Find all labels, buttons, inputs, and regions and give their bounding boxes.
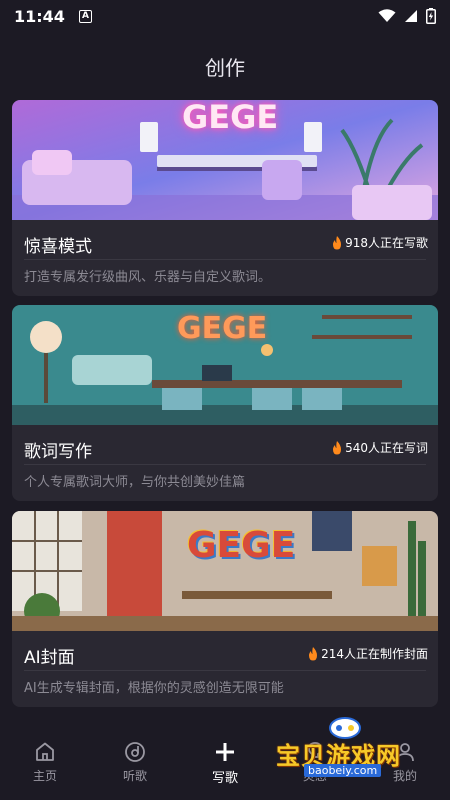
card-count: 214人正在制作封面 xyxy=(307,645,428,662)
nav-write[interactable]: 写歌 xyxy=(180,741,270,786)
card-title: 惊喜模式 xyxy=(24,237,92,257)
nav-label: 写歌 xyxy=(211,771,238,786)
status-time: 11:44 xyxy=(14,6,65,26)
card-lyrics-writing[interactable]: GEGE 歌词写作 540人正在写词 个人专属歌词大师，与你共创美妙佳篇 xyxy=(12,305,438,501)
battery-icon xyxy=(426,8,436,24)
status-icons xyxy=(378,8,436,24)
signal-icon xyxy=(405,10,417,22)
watermark: 宝贝游戏网 baobeiy.com xyxy=(270,717,430,790)
fire-icon xyxy=(333,235,342,249)
watermark-url: baobeiy.com xyxy=(304,764,382,777)
fire-icon xyxy=(333,440,342,454)
fire-icon xyxy=(309,646,318,660)
neon-sign: GEGE xyxy=(182,100,279,136)
notification-a-icon: A xyxy=(78,9,92,23)
card-ai-cover[interactable]: GEGE AI封面 214人正在制作封面 AI生成专辑封面，根据你的灵感创造无限… xyxy=(12,511,438,707)
card-count: 540人正在写词 xyxy=(331,439,428,456)
card-title: AI封面 xyxy=(24,648,75,668)
divider xyxy=(24,670,426,671)
wifi-icon xyxy=(378,9,396,22)
card-surprise-mode[interactable]: GEGE 惊喜模式 918人正在写歌 打造专属发行级曲风、乐器与自定义歌词。 xyxy=(12,100,438,296)
disc-icon xyxy=(125,742,145,762)
graffiti-sign: GEGE xyxy=(187,525,296,566)
status-bar: 11:44 A xyxy=(0,0,450,32)
home-icon xyxy=(36,742,54,761)
page-title: 创作 xyxy=(205,56,245,80)
nav-label: 听歌 xyxy=(122,769,147,783)
divider xyxy=(24,259,426,260)
nav-listen[interactable]: 听歌 xyxy=(90,741,180,784)
nav-label: 主页 xyxy=(32,769,57,783)
card-description: AI生成专辑封面，根据你的灵感创造无限可能 xyxy=(24,681,284,696)
wall-sign: GEGE xyxy=(177,311,268,346)
nav-home[interactable]: 主页 xyxy=(0,741,90,784)
card-description: 打造专属发行级曲风、乐器与自定义歌词。 xyxy=(24,270,272,285)
card-count: 918人正在写歌 xyxy=(331,234,428,251)
card-description: 个人专属歌词大师，与你共创美妙佳篇 xyxy=(24,475,246,490)
divider xyxy=(24,464,426,465)
plus-icon xyxy=(216,743,234,761)
card-title: 歌词写作 xyxy=(24,442,92,462)
